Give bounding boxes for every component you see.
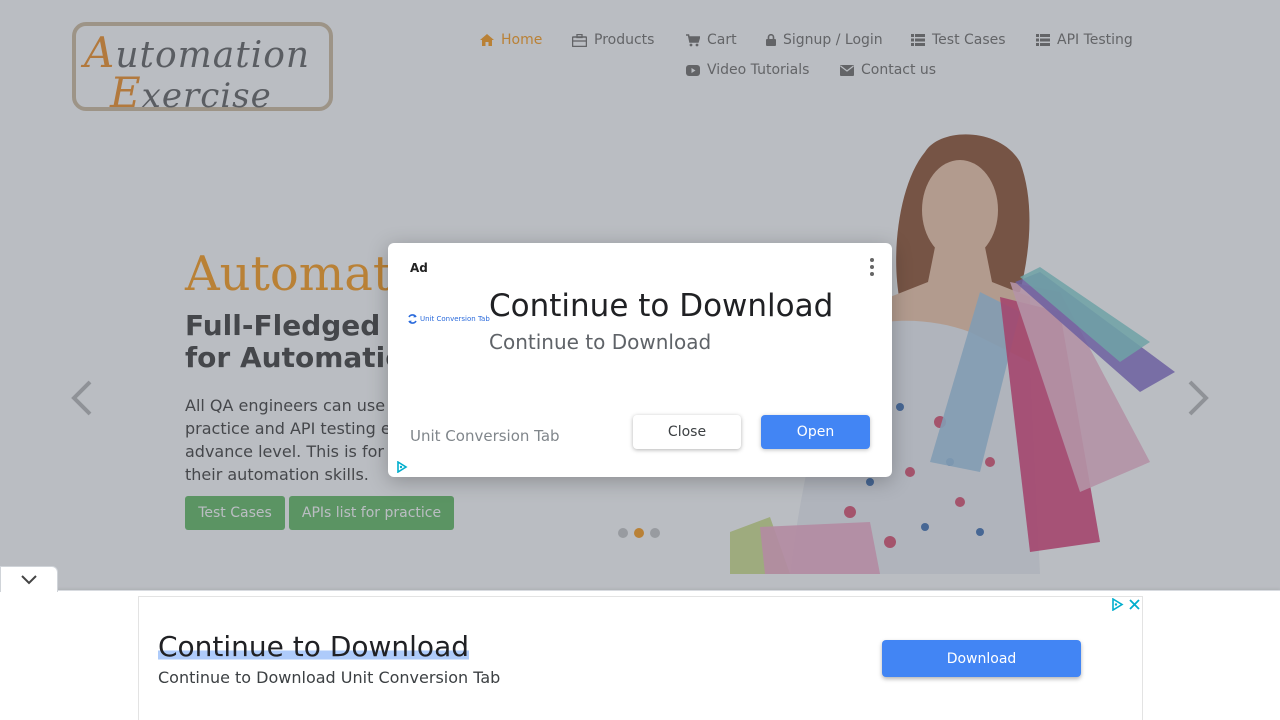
ad-modal: Ad Unit Conversion Tab Continue to Downl… bbox=[388, 243, 892, 477]
ad-subtitle: Continue to Download bbox=[489, 330, 712, 354]
ad-label: Ad bbox=[410, 261, 428, 275]
adchoices-icon[interactable] bbox=[396, 461, 408, 473]
chevron-down-icon bbox=[21, 574, 37, 584]
advertiser-logo[interactable]: Unit Conversion Tab bbox=[408, 314, 490, 324]
anchor-ad-download-button[interactable]: Download bbox=[882, 640, 1081, 677]
anchor-ad-subtitle: Continue to Download Unit Conversion Tab bbox=[158, 668, 501, 687]
ad-options-icon[interactable] bbox=[868, 258, 876, 278]
ad-title[interactable]: Continue to Download bbox=[489, 288, 833, 324]
anchor-ad-title[interactable]: Continue to Download bbox=[158, 630, 469, 663]
advertiser-logo-text: Unit Conversion Tab bbox=[420, 315, 490, 323]
ad-close-button[interactable]: Close bbox=[633, 415, 741, 449]
anchor-ad-collapse-button[interactable] bbox=[0, 566, 58, 592]
adchoices-icon[interactable] bbox=[1111, 598, 1124, 611]
anchor-ad-controls bbox=[1111, 598, 1141, 611]
ad-open-button[interactable]: Open bbox=[761, 415, 870, 449]
close-icon[interactable] bbox=[1128, 598, 1141, 611]
advertiser-name[interactable]: Unit Conversion Tab bbox=[410, 427, 560, 445]
unit-conversion-logo-icon bbox=[408, 314, 417, 324]
